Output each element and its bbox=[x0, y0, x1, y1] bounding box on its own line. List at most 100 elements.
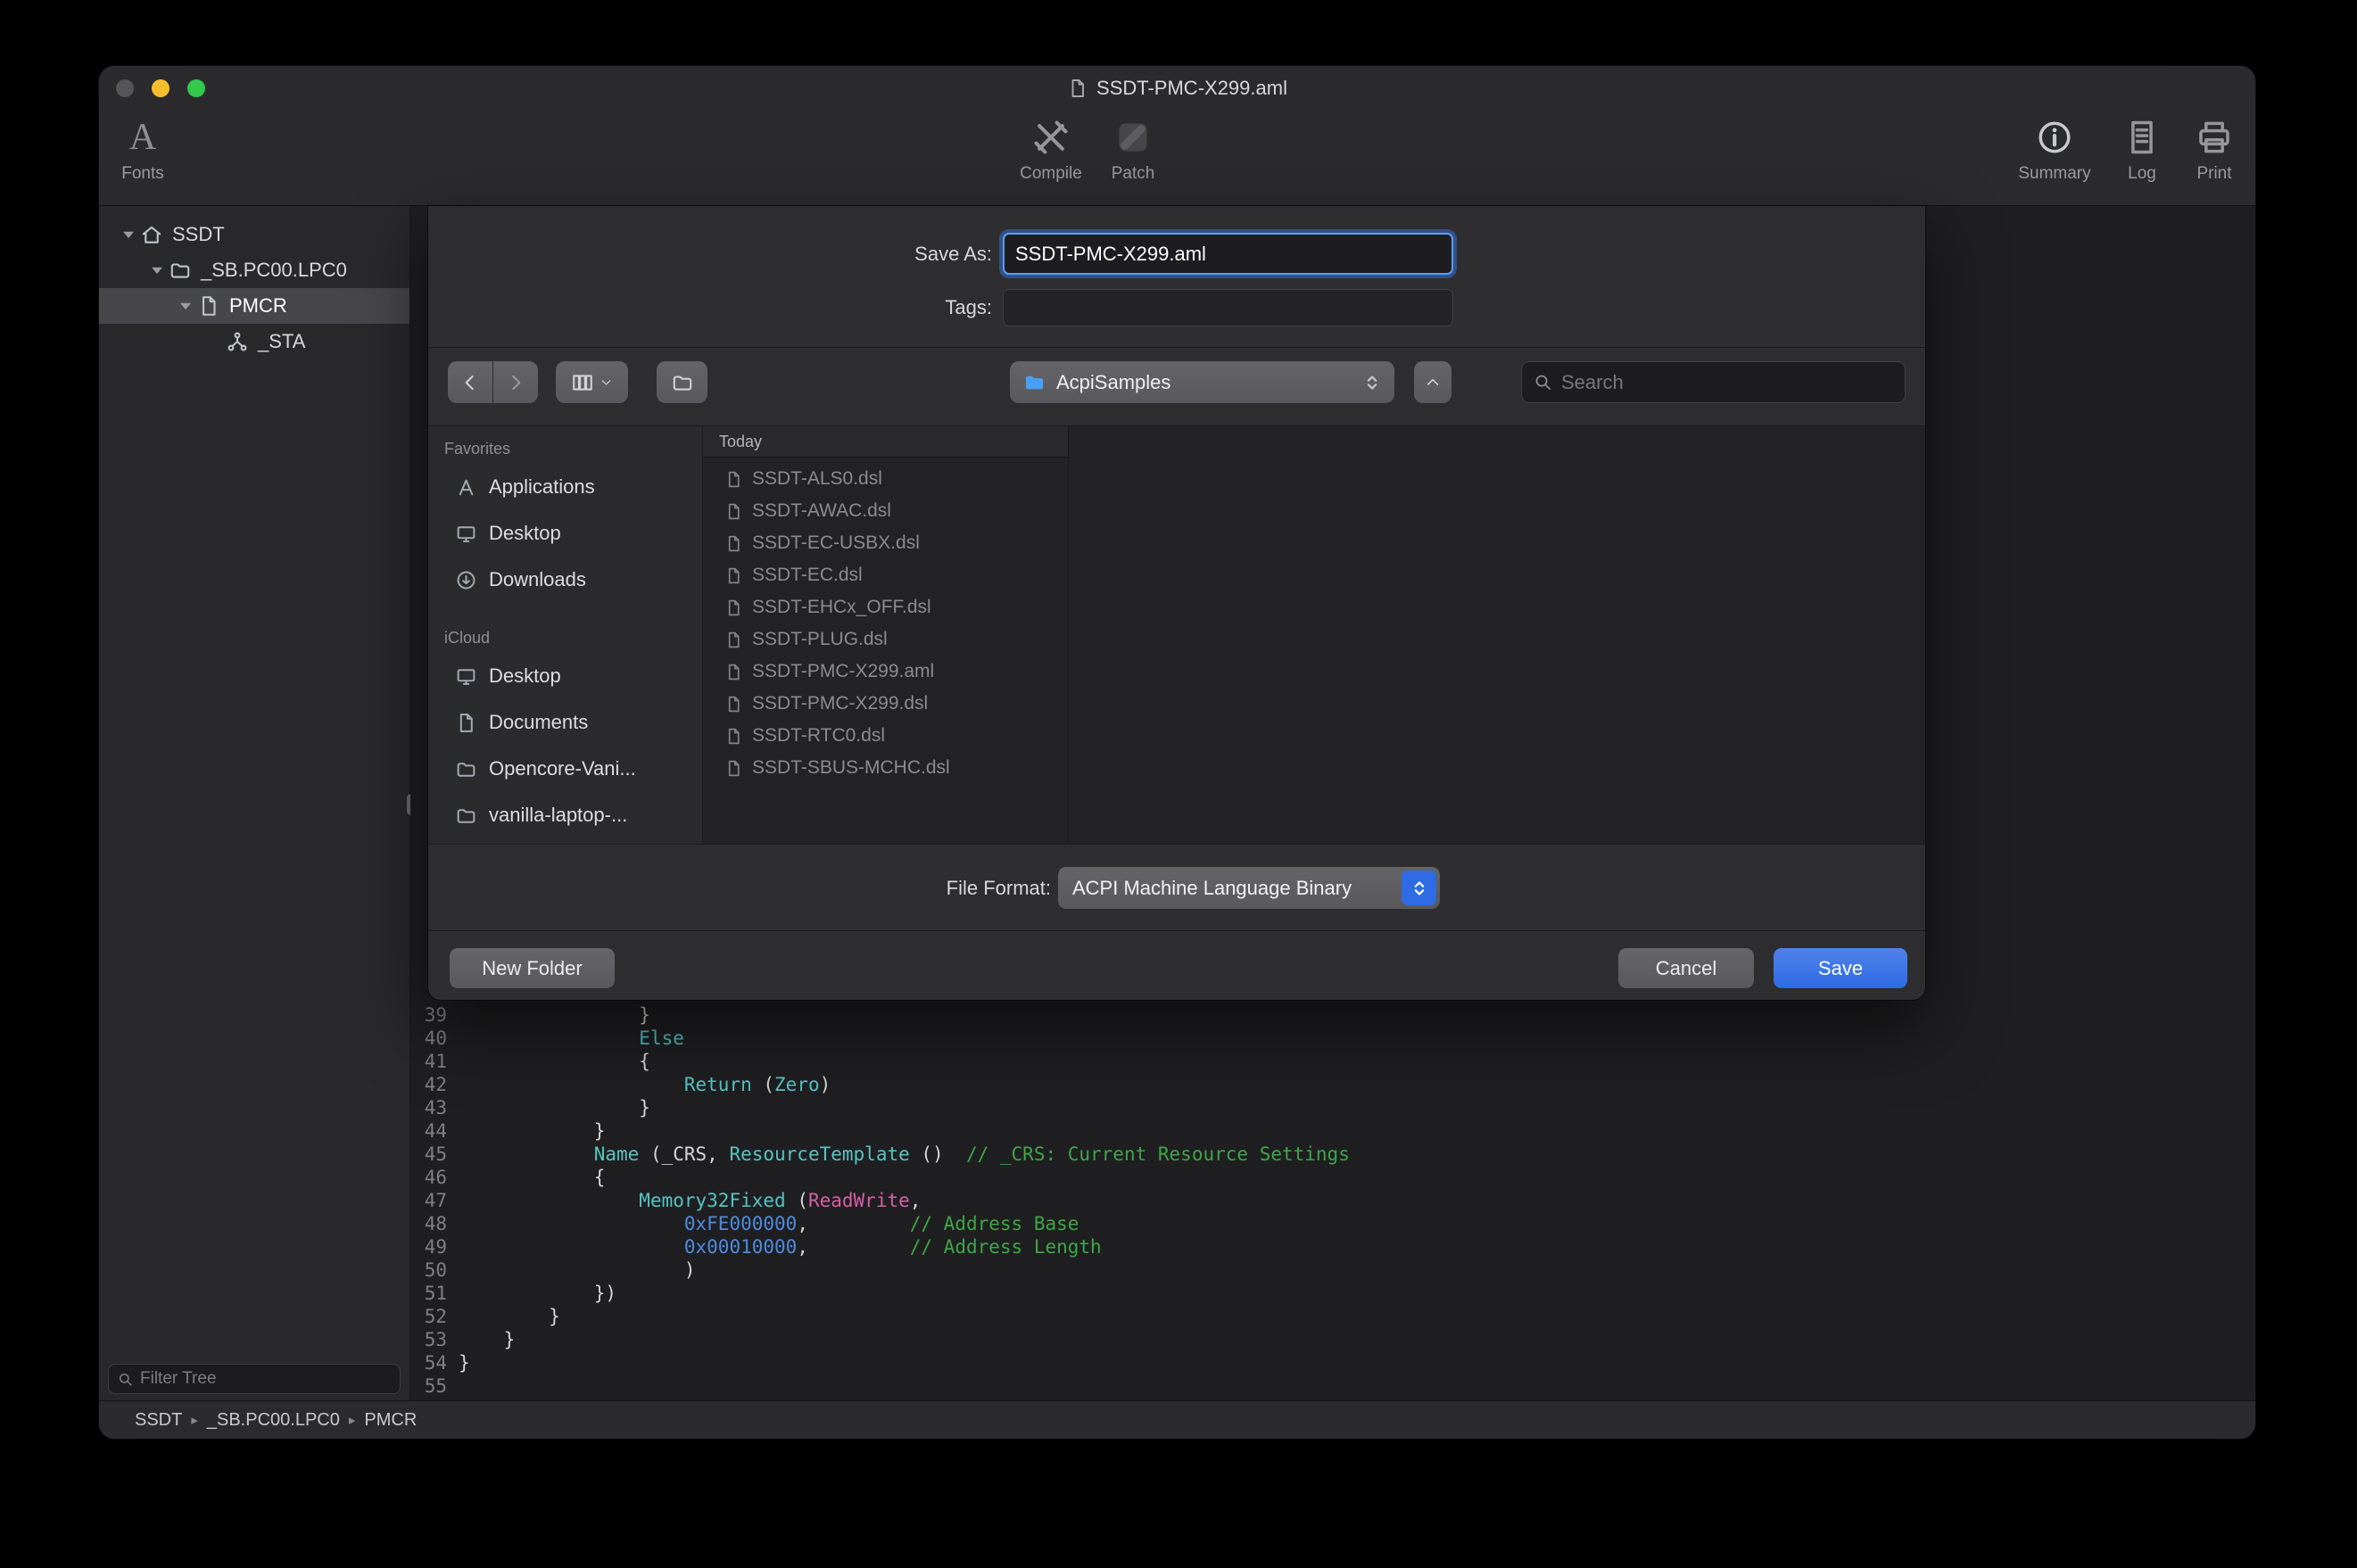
code-line: 51 }) bbox=[410, 1282, 2255, 1305]
chevron-down-icon bbox=[600, 375, 613, 389]
save-as-input[interactable] bbox=[1003, 233, 1453, 275]
document-icon bbox=[724, 727, 743, 746]
code-line: 42 Return (Zero) bbox=[410, 1073, 2255, 1096]
search-icon bbox=[1533, 372, 1553, 392]
disclosure-triangle-icon[interactable] bbox=[174, 296, 197, 316]
line-content: } bbox=[459, 1328, 515, 1351]
line-content: Else bbox=[459, 1027, 684, 1050]
sidebar-item-label: Opencore-Vani... bbox=[489, 757, 636, 780]
code-line: 41 { bbox=[410, 1050, 2255, 1073]
folder-icon bbox=[455, 758, 477, 780]
file-name: SSDT-AWAC.dsl bbox=[752, 500, 891, 522]
file-name: SSDT-RTC0.dsl bbox=[752, 725, 885, 747]
file-format-label: File Format: bbox=[828, 867, 1051, 909]
document-icon bbox=[724, 534, 743, 553]
patch-label: Patch bbox=[1112, 164, 1155, 184]
collapse-dialog-button[interactable] bbox=[1414, 361, 1451, 403]
save-as-label: Save As: bbox=[769, 233, 992, 275]
sidebar-item-desktop[interactable]: Desktop bbox=[428, 510, 702, 557]
location-popup[interactable]: AcpiSamples bbox=[1010, 361, 1394, 403]
doc-icon bbox=[197, 294, 220, 318]
titlebar: SSDT-PMC-X299.aml A Fonts Compile Patch … bbox=[99, 66, 2255, 206]
file-row[interactable]: SSDT-EC.dsl bbox=[703, 559, 1068, 591]
patch-button[interactable]: Patch bbox=[1062, 118, 1204, 184]
sidebar-item-label: vanilla-laptop-... bbox=[489, 804, 627, 827]
filter-tree-field[interactable] bbox=[108, 1364, 401, 1394]
sidebar-item-opencore-vani[interactable]: Opencore-Vani... bbox=[428, 746, 702, 792]
chevron-left-icon bbox=[459, 371, 482, 394]
code-line: 46 { bbox=[410, 1166, 2255, 1189]
location-popup-label: AcpiSamples bbox=[1056, 371, 1170, 394]
status-path-item: SSDT bbox=[135, 1410, 182, 1431]
file-name: SSDT-PLUG.dsl bbox=[752, 629, 888, 650]
folder-action-button[interactable] bbox=[657, 361, 707, 403]
status-path-item: PMCR bbox=[364, 1410, 417, 1431]
code-line: 40 Else bbox=[410, 1027, 2255, 1050]
back-button[interactable] bbox=[448, 361, 492, 403]
sidebar-item-vanilla-laptop[interactable]: vanilla-laptop-... bbox=[428, 792, 702, 838]
chevron-right-icon bbox=[504, 371, 527, 394]
line-number: 55 bbox=[410, 1374, 459, 1398]
sidebar-item-documents[interactable]: Documents bbox=[428, 699, 702, 746]
line-number: 39 bbox=[410, 1003, 459, 1027]
file-name: SSDT-EC-USBX.dsl bbox=[752, 532, 920, 554]
document-icon bbox=[724, 695, 743, 714]
file-row[interactable]: SSDT-PMC-X299.dsl bbox=[703, 688, 1068, 720]
sidebar-item-desktop[interactable]: Desktop bbox=[428, 653, 702, 699]
code-line: 52 } bbox=[410, 1305, 2255, 1328]
disclosure-triangle-icon[interactable] bbox=[117, 225, 140, 244]
new-folder-button[interactable]: New Folder bbox=[450, 948, 615, 988]
disclosure-triangle-icon[interactable] bbox=[145, 260, 169, 280]
tree-item-sb-pc00-lpc0[interactable]: _SB.PC00.LPC0 bbox=[99, 252, 409, 288]
tree-item-sta[interactable]: _STA bbox=[99, 324, 409, 359]
line-content: }) bbox=[459, 1282, 616, 1305]
monitor-icon bbox=[455, 665, 477, 688]
file-row[interactable]: SSDT-ALS0.dsl bbox=[703, 463, 1068, 495]
line-content: ) bbox=[459, 1259, 696, 1282]
print-label: Print bbox=[2196, 164, 2231, 184]
view-mode-button[interactable] bbox=[556, 361, 628, 403]
status-path-item: _SB.PC00.LPC0 bbox=[207, 1410, 340, 1431]
file-row[interactable]: SSDT-RTC0.dsl bbox=[703, 720, 1068, 752]
app-icon bbox=[455, 476, 477, 499]
sidebar-item-applications[interactable]: Applications bbox=[428, 464, 702, 510]
tags-input[interactable] bbox=[1003, 289, 1453, 326]
document-icon bbox=[724, 663, 743, 681]
code-line: 44 } bbox=[410, 1119, 2255, 1143]
sidebar-item-label: Documents bbox=[489, 711, 588, 734]
tree-item-label: _STA bbox=[258, 330, 305, 353]
file-row[interactable]: SSDT-SBUS-MCHC.dsl bbox=[703, 752, 1068, 784]
sidebar-item-label: Desktop bbox=[489, 664, 561, 688]
filter-tree-input[interactable] bbox=[140, 1369, 392, 1389]
tree-item-pmcr[interactable]: PMCR bbox=[99, 288, 409, 324]
file-row[interactable]: SSDT-PLUG.dsl bbox=[703, 623, 1068, 656]
file-format-popup[interactable]: ACPI Machine Language Binary bbox=[1058, 867, 1440, 909]
document-icon bbox=[724, 502, 743, 521]
file-row[interactable]: SSDT-EC-USBX.dsl bbox=[703, 527, 1068, 559]
status-path: SSDT▸_SB.PC00.LPC0▸PMCR bbox=[99, 1400, 2255, 1439]
save-button[interactable]: Save bbox=[1774, 948, 1907, 988]
line-number: 50 bbox=[410, 1259, 459, 1282]
line-content: { bbox=[459, 1166, 605, 1189]
tree-item-ssdt[interactable]: SSDT bbox=[99, 217, 409, 252]
window-title-text: SSDT-PMC-X299.aml bbox=[1096, 77, 1287, 100]
line-content: Return (Zero) bbox=[459, 1073, 831, 1096]
search-input[interactable] bbox=[1561, 371, 1894, 394]
folder-icon bbox=[169, 259, 192, 282]
line-number: 42 bbox=[410, 1073, 459, 1096]
sidebar-item-downloads[interactable]: Downloads bbox=[428, 557, 702, 603]
tags-label: Tags: bbox=[769, 289, 992, 326]
cancel-button[interactable]: Cancel bbox=[1618, 948, 1754, 988]
file-row[interactable]: SSDT-PMC-X299.aml bbox=[703, 656, 1068, 688]
print-button[interactable]: Print bbox=[2143, 118, 2255, 184]
file-row[interactable]: SSDT-EHCx_OFF.dsl bbox=[703, 591, 1068, 623]
fonts-button[interactable]: A Fonts bbox=[99, 118, 214, 184]
download-icon bbox=[455, 569, 477, 591]
file-group-header: Today bbox=[703, 426, 1068, 458]
file-row[interactable]: SSDT-AWAC.dsl bbox=[703, 495, 1068, 527]
search-field[interactable] bbox=[1521, 361, 1906, 403]
monitor-icon bbox=[455, 523, 477, 545]
forward-button[interactable] bbox=[493, 361, 538, 403]
tree-item-label: _SB.PC00.LPC0 bbox=[201, 259, 347, 282]
updown-chevrons-icon bbox=[1410, 877, 1429, 900]
